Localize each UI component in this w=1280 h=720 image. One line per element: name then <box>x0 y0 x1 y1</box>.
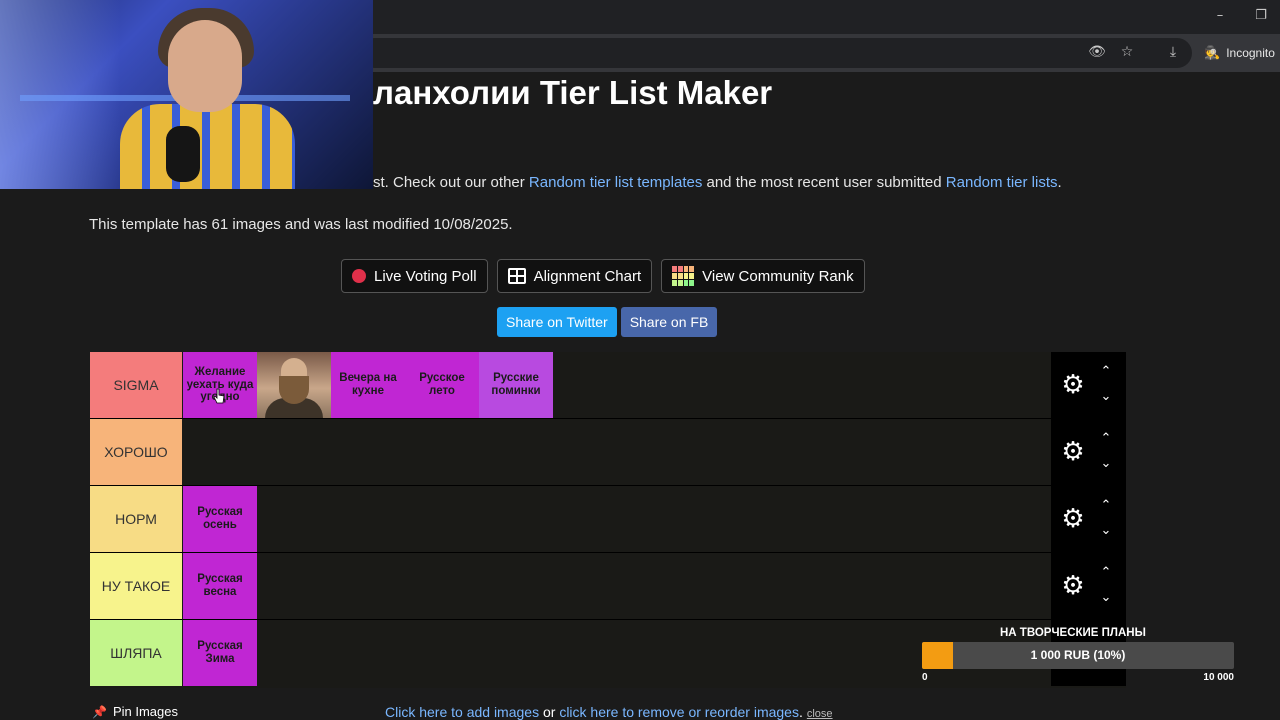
donation-min: 0 <box>922 672 928 683</box>
share-twitter-button[interactable]: Share on Twitter <box>497 307 617 337</box>
pin-icon: 📌 <box>92 704 107 719</box>
chevron-up-icon[interactable]: ⌃ <box>1097 566 1115 580</box>
tier-item[interactable]: Желание уехать куда угодно <box>183 352 257 418</box>
intro-prefix: st. Check out our other <box>373 174 529 191</box>
donation-title: НА ТВОРЧЕСКИЕ ПЛАНЫ <box>1000 627 1146 639</box>
tier-controls: ⚙ ⌃ ⌄ <box>1051 553 1126 619</box>
tier-item[interactable]: Русская Зима <box>183 620 257 686</box>
template-meta: This template has 61 images and was last… <box>89 216 513 233</box>
random-tierlists-link[interactable]: Random tier lists <box>946 174 1058 191</box>
incognito-indicator[interactable]: 🕵 Incognito <box>1204 44 1275 62</box>
star-icon[interactable]: ☆ <box>1117 44 1137 62</box>
restore-button[interactable]: ❐ <box>1251 8 1271 26</box>
tier-row-horosho: ХОРОШО ⚙ ⌃ ⌄ <box>90 419 1126 486</box>
tier-controls: ⚙ ⌃ ⌄ <box>1051 352 1126 418</box>
or-text: or <box>539 704 560 720</box>
random-templates-link[interactable]: Random tier list templates <box>529 174 702 191</box>
tier-item[interactable]: Русская весна <box>183 553 257 619</box>
donation-goal-widget: НА ТВОРЧЕСКИЕ ПЛАНЫ 1 000 RUB (10%) 0 10… <box>920 626 1236 688</box>
tier-item[interactable]: Вечера на кухне <box>331 352 405 418</box>
share-fb-button[interactable]: Share on FB <box>620 307 718 337</box>
tier-items: Желание уехать куда угодно Вечера на кух… <box>183 352 553 418</box>
image-actions: Click here to add images or click here t… <box>385 704 833 720</box>
pin-images-label: Pin Images <box>112 704 178 719</box>
download-icon[interactable]: ⤓ <box>1163 44 1183 62</box>
chevron-down-icon[interactable]: ⌄ <box>1097 524 1115 538</box>
gear-icon[interactable]: ⚙ <box>1059 371 1087 399</box>
portrait-image[interactable] <box>257 352 331 418</box>
close-link[interactable]: close <box>807 708 833 720</box>
tier-items: Русская Зима <box>183 620 257 686</box>
donation-progress-bar: 1 000 RUB (10%) <box>922 642 1234 669</box>
chevron-down-icon[interactable]: ⌄ <box>1097 457 1115 471</box>
screen: – ❐ 👁 ☆ ⤓ 🕵 Incognito ланхолии Tier List… <box>0 0 1280 720</box>
live-voting-button[interactable]: Live Voting Poll <box>341 259 488 293</box>
chevron-down-icon[interactable]: ⌄ <box>1097 591 1115 605</box>
tier-label[interactable]: НОРМ <box>90 486 182 552</box>
community-label: View Community Rank <box>702 267 854 285</box>
chevron-down-icon[interactable]: ⌄ <box>1097 390 1115 404</box>
intro-mid: and the most recent user submitted <box>702 174 946 191</box>
share-buttons: Share on Twitter Share on FB <box>497 307 718 337</box>
tool-buttons: Live Voting Poll Alignment Chart View Co… <box>341 259 865 293</box>
chevron-up-icon[interactable]: ⌃ <box>1097 499 1115 513</box>
tier-items: Русская осень <box>183 486 257 552</box>
eye-off-icon[interactable]: 👁 <box>1087 44 1107 62</box>
tier-controls: ⚙ ⌃ ⌄ <box>1051 419 1126 485</box>
tier-item[interactable]: Русские поминки <box>479 352 553 418</box>
donation-max: 10 000 <box>1203 672 1234 683</box>
gear-icon[interactable]: ⚙ <box>1059 572 1087 600</box>
grid-icon <box>507 268 526 284</box>
pin-images-toggle[interactable]: 📌 Pin Images <box>92 704 178 719</box>
chevron-up-icon[interactable]: ⌃ <box>1097 365 1115 379</box>
address-bar[interactable] <box>360 38 1192 68</box>
tier-label[interactable]: ШЛЯПА <box>90 620 182 686</box>
incognito-label: Incognito <box>1226 46 1275 60</box>
community-rank-button[interactable]: View Community Rank <box>661 259 865 293</box>
tier-row-nu-takoe: НУ ТАКОЕ Русская весна ⚙ ⌃ ⌄ <box>90 553 1126 620</box>
add-images-link[interactable]: Click here to add images <box>385 704 539 720</box>
page-title: ланхолии Tier List Maker <box>373 74 773 111</box>
webcam-overlay <box>0 0 373 189</box>
live-voting-label: Live Voting Poll <box>374 267 477 285</box>
tier-label[interactable]: ХОРОШО <box>90 419 182 485</box>
gear-icon[interactable]: ⚙ <box>1059 505 1087 533</box>
dot-text: . <box>798 704 803 720</box>
tier-row-sigma: SIGMA Желание уехать куда угодно Вечера … <box>90 352 1126 419</box>
tier-label[interactable]: НУ ТАКОЕ <box>90 553 182 619</box>
hand-cursor-icon <box>214 388 224 404</box>
tier-label[interactable]: SIGMA <box>90 352 182 418</box>
minimize-button[interactable]: – <box>1210 8 1230 26</box>
alignment-chart-button[interactable]: Alignment Chart <box>496 259 653 293</box>
incognito-icon: 🕵 <box>1204 45 1221 61</box>
chevron-up-icon[interactable]: ⌃ <box>1097 432 1115 446</box>
tier-item[interactable]: Русская осень <box>183 486 257 552</box>
tier-row-norm: НОРМ Русская осень ⚙ ⌃ ⌄ <box>90 486 1126 553</box>
intro-suffix: . <box>1057 174 1062 191</box>
tier-controls: ⚙ ⌃ ⌄ <box>1051 486 1126 552</box>
tier-items: Русская весна <box>183 553 257 619</box>
record-dot-icon <box>352 269 366 283</box>
gear-icon[interactable]: ⚙ <box>1059 438 1087 466</box>
donation-amount: 1 000 RUB (10%) <box>1030 648 1126 662</box>
alignment-label: Alignment Chart <box>533 267 642 285</box>
tier-item[interactable]: Русское лето <box>405 352 479 418</box>
intro-text: st. Check out our other Random tier list… <box>373 174 1062 191</box>
reorder-images-link[interactable]: click here to remove or reorder images <box>559 704 799 720</box>
tier-mosaic-icon <box>672 266 695 286</box>
